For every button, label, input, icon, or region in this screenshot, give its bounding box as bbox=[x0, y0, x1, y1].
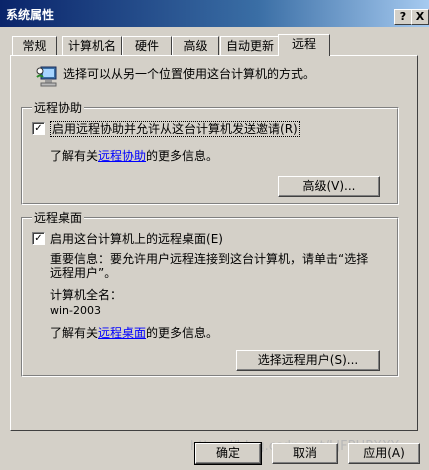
computer-name-label: 计算机全名： bbox=[50, 288, 123, 302]
remote-assistance-checkbox[interactable]: ✓ bbox=[32, 122, 45, 135]
intro-text: 选择可以从另一个位置使用这台计算机的方式。 bbox=[63, 67, 316, 81]
remote-desktop-info-suffix: 的更多信息。 bbox=[146, 326, 219, 340]
remote-desktop-checkbox-label[interactable]: 启用这台计算机上的远程桌面 bbox=[50, 232, 206, 246]
window-title: 系统属性 bbox=[6, 8, 55, 22]
remote-assistance-checkbox-label[interactable]: 启用远程协助并允许从这台计算机发送邀请 bbox=[52, 122, 280, 136]
remote-assistance-checkbox-text: 启用远程协助并允许从这台计算机发送邀请(R) bbox=[50, 120, 300, 137]
remote-desktop-group: 远程桌面 ✓ 启用这台计算机上的远程桌面(E) 重要信息：要允许用户远程连接到这… bbox=[21, 209, 399, 377]
remote-desktop-checkbox-text: 启用这台计算机上的远程桌面(E) bbox=[50, 230, 223, 247]
remote-desktop-accel: (E) bbox=[206, 232, 223, 246]
remote-assistance-link[interactable]: 远程协助 bbox=[98, 149, 146, 163]
tab-hardware[interactable]: 硬件 bbox=[122, 36, 172, 55]
remote-assistance-legend: 远程协助 bbox=[32, 99, 85, 116]
remote-desktop-checkbox[interactable]: ✓ bbox=[32, 232, 45, 245]
tab-computer-name[interactable]: 计算机名 bbox=[62, 36, 122, 55]
remote-computer-icon bbox=[36, 66, 57, 87]
advanced-button[interactable]: 高级(V)... bbox=[278, 176, 380, 197]
remote-assistance-group: 远程协助 ✓ 启用远程协助并允许从这台计算机发送邀请(R) 了解有关远程协助的更… bbox=[21, 99, 399, 205]
apply-button[interactable]: 应用(A) bbox=[348, 443, 420, 464]
remote-desktop-legend: 远程桌面 bbox=[32, 209, 85, 226]
tab-general[interactable]: 常规 bbox=[12, 36, 57, 55]
select-remote-users-button[interactable]: 选择远程用户(S)... bbox=[236, 350, 380, 371]
cancel-button[interactable]: 取消 bbox=[272, 443, 338, 464]
remote-desktop-info: 了解有关远程桌面的更多信息。 bbox=[50, 324, 218, 341]
title-bar: 系统属性 ? X bbox=[0, 0, 429, 27]
help-button[interactable]: ? bbox=[394, 9, 412, 25]
tab-remote[interactable]: 远程 bbox=[278, 34, 330, 56]
remote-assistance-info-suffix: 的更多信息。 bbox=[146, 149, 219, 163]
tab-automatic-updates[interactable]: 自动更新 bbox=[220, 36, 280, 55]
remote-assistance-info: 了解有关远程协助的更多信息。 bbox=[50, 147, 218, 164]
ok-button[interactable]: 确定 bbox=[194, 442, 262, 465]
remote-assistance-checkbox-label-wrap[interactable]: 启用远程协助并允许从这台计算机发送邀请(R) bbox=[50, 121, 300, 137]
close-button[interactable]: X bbox=[411, 9, 429, 25]
computer-name-value: win-2003 bbox=[50, 304, 101, 317]
remote-assistance-accel: (R) bbox=[280, 122, 298, 136]
remote-tab-panel: 选择可以从另一个位置使用这台计算机的方式。 远程协助 ✓ 启用远程协助并允许从这… bbox=[10, 55, 418, 431]
tab-advanced[interactable]: 高级 bbox=[172, 36, 219, 55]
remote-desktop-info-prefix: 了解有关 bbox=[50, 326, 99, 340]
remote-desktop-important-line2: 远程用户”。 bbox=[50, 266, 117, 280]
remote-assistance-info-prefix: 了解有关 bbox=[50, 149, 99, 163]
remote-desktop-link[interactable]: 远程桌面 bbox=[98, 326, 146, 340]
